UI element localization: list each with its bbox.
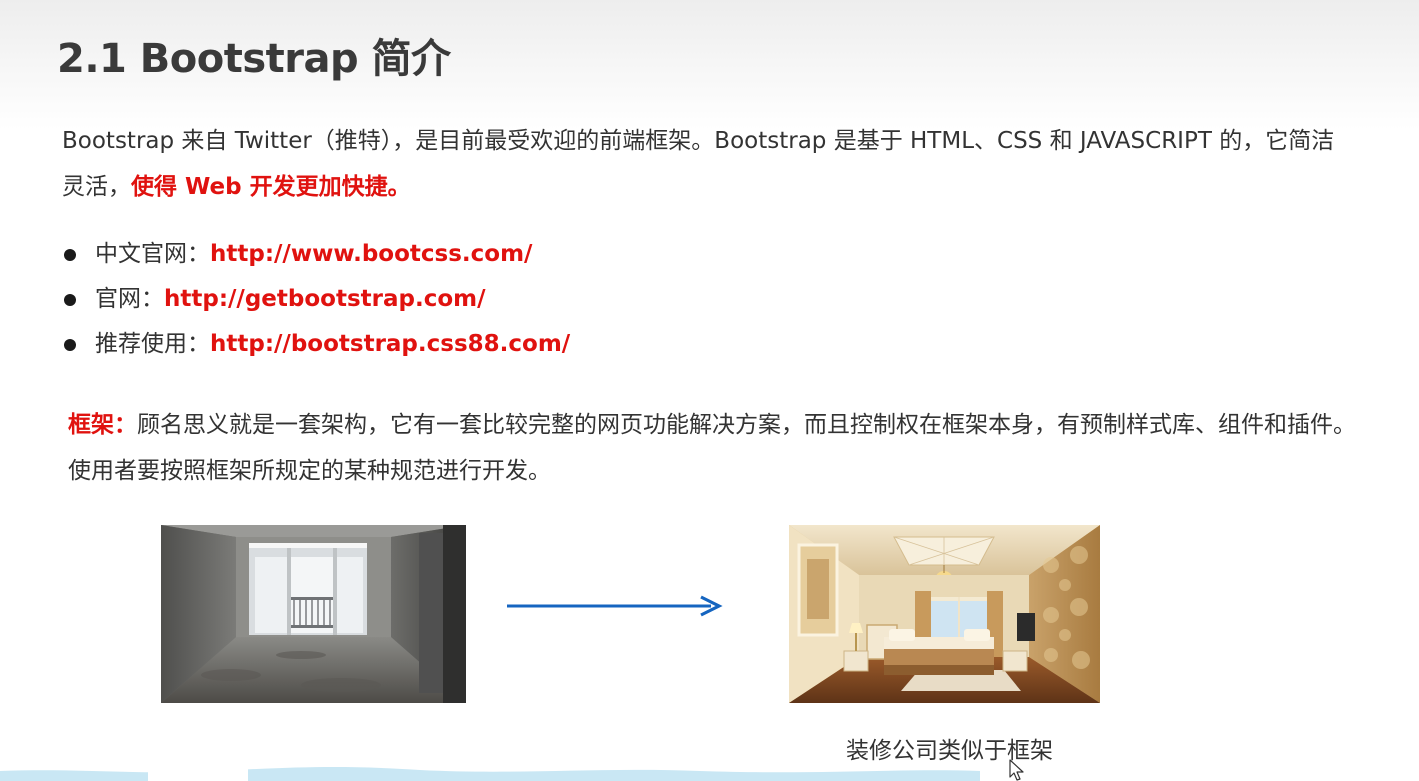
link-official-site[interactable]: http://getbootstrap.com/ xyxy=(164,277,486,322)
right-arrow-icon xyxy=(507,595,723,617)
slide-title: 2.1 Bootstrap 简介 xyxy=(57,36,451,82)
unfinished-room-photo xyxy=(161,525,466,703)
link-recommended-site[interactable]: http://bootstrap.css88.com/ xyxy=(210,322,570,367)
intro-highlight: 使得 Web 开发更加快捷。 xyxy=(131,174,411,200)
bullet-icon xyxy=(64,293,76,306)
framework-definition: 顾名思义就是一套架构，它有一套比较完整的网页功能解决方案，而且控制权在框架本身，… xyxy=(68,412,1356,484)
links-list: 中文官网： http://www.bootcss.com/ 官网： http:/… xyxy=(62,232,570,367)
framework-term: 框架： xyxy=(68,412,137,438)
list-item-official-site: 官网： http://getbootstrap.com/ xyxy=(62,277,570,322)
link-label: 中文官网： xyxy=(95,241,210,267)
decorative-wave xyxy=(0,767,980,781)
intro-paragraph: Bootstrap 来自 Twitter（推特），是目前最受欢迎的前端框架。Bo… xyxy=(62,118,1352,210)
decorated-bedroom-photo xyxy=(789,525,1100,703)
link-label: 官网： xyxy=(95,286,164,312)
link-label: 推荐使用： xyxy=(95,331,210,357)
bullet-icon xyxy=(64,338,76,351)
list-item-cn-site: 中文官网： http://www.bootcss.com/ xyxy=(62,232,570,277)
bullet-icon xyxy=(64,248,76,261)
list-item-recommended-site: 推荐使用： http://bootstrap.css88.com/ xyxy=(62,322,570,367)
framework-paragraph: 框架：顾名思义就是一套架构，它有一套比较完整的网页功能解决方案，而且控制权在框架… xyxy=(68,402,1358,494)
link-cn-site[interactable]: http://www.bootcss.com/ xyxy=(210,232,532,277)
